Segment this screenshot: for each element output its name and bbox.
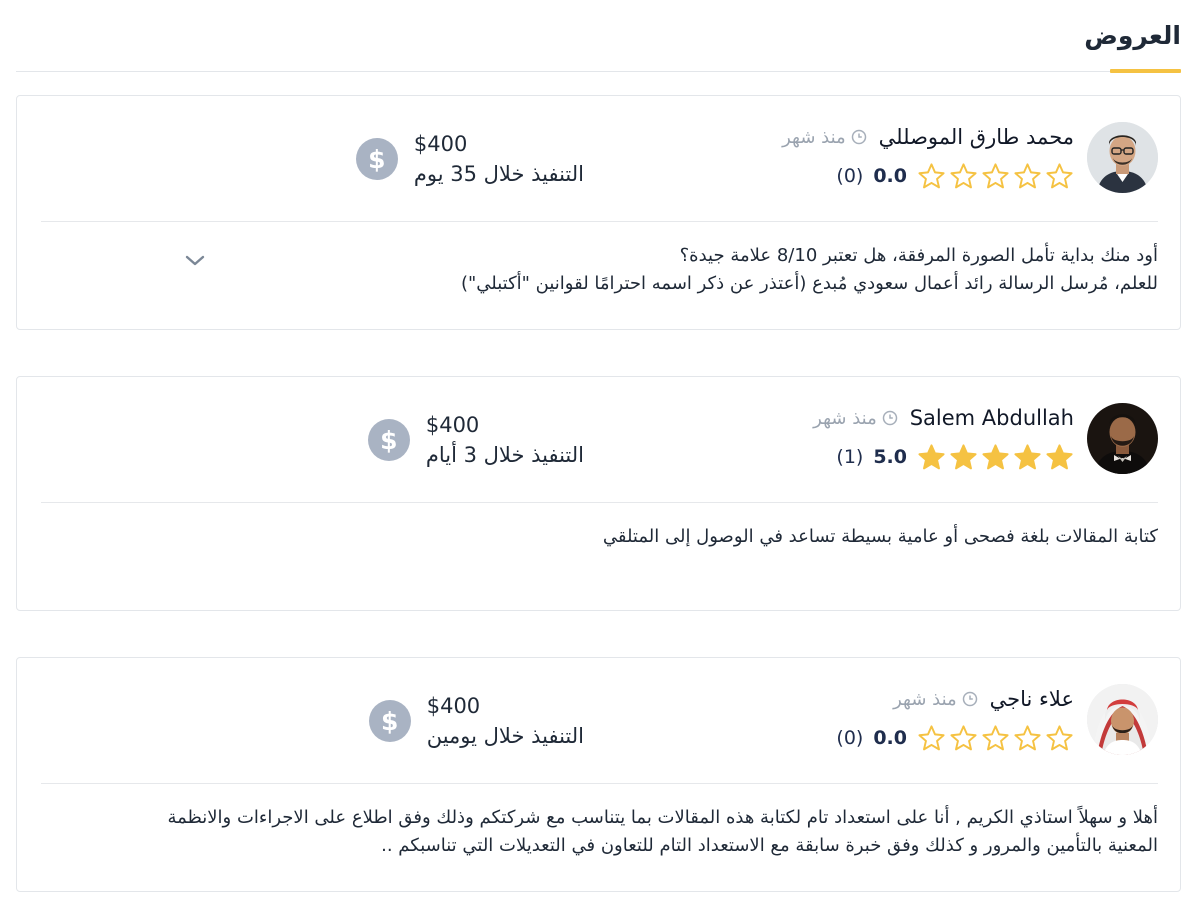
star-icon <box>918 724 945 750</box>
rating-row: 0.0 (0) <box>836 722 1074 754</box>
time-ago: منذ شهر <box>782 127 867 148</box>
clock-icon <box>851 129 866 145</box>
price-block: $400 التنفيذ خلال 35 يوم $ <box>355 124 584 194</box>
divider <box>41 221 1158 222</box>
offer-name-row: علاء ناجي منذ شهر <box>893 684 1074 714</box>
price-amount: $400 <box>413 132 468 156</box>
divider <box>41 783 1158 784</box>
star-icon <box>950 724 977 750</box>
offer-header: محمد طارق الموصللي منذ شهر 0.0 (0) $400 … <box>17 96 1180 222</box>
star-icon <box>982 724 1009 750</box>
star-icon <box>1014 724 1041 750</box>
section-title-underline <box>1110 69 1181 73</box>
expand-button[interactable] <box>182 248 208 274</box>
price-block: $400 التنفيذ خلال 3 أيام $ <box>367 405 584 475</box>
star-icon <box>918 443 945 469</box>
time-ago: منذ شهر <box>813 408 898 429</box>
rating-count: (0) <box>836 165 864 187</box>
delivery-time: التنفيذ خلال يومين <box>426 724 584 748</box>
dollar-icon: $ <box>355 138 398 180</box>
offer-name-row: محمد طارق الموصللي منذ شهر <box>782 122 1074 152</box>
rating-row: 0.0 (0) <box>836 160 1074 192</box>
rating-count: (0) <box>836 727 864 749</box>
price-amount: $400 <box>425 413 480 437</box>
offer-description: أهلا و سهلاً استاذي الكريم , أنا على است… <box>39 804 1158 860</box>
chevron-down-icon <box>185 255 205 266</box>
star-icon <box>918 162 945 188</box>
star-rating <box>917 724 1074 753</box>
star-rating <box>917 443 1074 472</box>
offer-header: Salem Abdullah منذ شهر 5.0 (1) $400 التن… <box>17 377 1180 503</box>
star-icon <box>1014 162 1041 188</box>
rating-value: 0.0 <box>873 727 907 749</box>
offer-card: محمد طارق الموصللي منذ شهر 0.0 (0) $400 … <box>16 95 1181 330</box>
rating-value: 0.0 <box>873 165 907 187</box>
offer-description: كتابة المقالات بلغة فصحى أو عامية بسيطة … <box>39 523 1158 551</box>
star-icon <box>1046 443 1073 469</box>
offer-name-row: Salem Abdullah منذ شهر <box>813 403 1074 433</box>
time-ago: منذ شهر <box>893 689 978 710</box>
delivery-time: التنفيذ خلال 3 أيام <box>425 443 584 467</box>
user-name-link[interactable]: Salem Abdullah <box>910 406 1074 430</box>
clock-icon <box>882 410 897 426</box>
star-icon <box>1046 162 1073 188</box>
description-line: للعلم، مُرسل الرسالة رائد أعمال سعودي مُ… <box>460 273 1158 294</box>
star-icon <box>950 443 977 469</box>
user-name-link[interactable]: علاء ناجي <box>990 687 1074 711</box>
section-title: العروض <box>1084 21 1181 50</box>
clock-icon <box>962 691 977 707</box>
price-block: $400 التنفيذ خلال يومين $ <box>368 686 584 756</box>
star-icon <box>1014 443 1041 469</box>
offer-card: علاء ناجي منذ شهر 0.0 (0) $400 التنفيذ خ… <box>16 657 1181 892</box>
offers-page: العروض محمد طارق الموصللي منذ شهر 0.0 (0… <box>0 0 1200 909</box>
star-icon <box>982 443 1009 469</box>
avatar[interactable] <box>1087 122 1158 193</box>
star-icon <box>1046 724 1073 750</box>
description-line: المعنية بالتأمين والمرور و كذلك وفق خبرة… <box>381 835 1158 856</box>
divider <box>41 502 1158 503</box>
star-icon <box>950 162 977 188</box>
description-line: أهلا و سهلاً استاذي الكريم , أنا على است… <box>167 807 1158 828</box>
offer-header: علاء ناجي منذ شهر 0.0 (0) $400 التنفيذ خ… <box>17 658 1180 784</box>
rating-value: 5.0 <box>873 446 907 468</box>
dollar-icon: $ <box>367 419 410 461</box>
avatar[interactable] <box>1087 684 1158 755</box>
user-name-link[interactable]: محمد طارق الموصللي <box>879 125 1074 149</box>
star-icon <box>982 162 1009 188</box>
time-ago-text: منذ شهر <box>782 126 846 148</box>
offer-card: Salem Abdullah منذ شهر 5.0 (1) $400 التن… <box>16 376 1181 611</box>
delivery-time: التنفيذ خلال 35 يوم <box>413 162 584 186</box>
offers-section-header: العروض <box>16 0 1181 73</box>
rating-row: 5.0 (1) <box>836 441 1074 473</box>
description-line: كتابة المقالات بلغة فصحى أو عامية بسيطة … <box>602 526 1158 547</box>
star-rating <box>917 162 1074 191</box>
time-ago-text: منذ شهر <box>893 688 957 710</box>
avatar[interactable] <box>1087 403 1158 474</box>
price-amount: $400 <box>426 694 481 718</box>
rating-count: (1) <box>836 446 864 468</box>
time-ago-text: منذ شهر <box>813 407 877 429</box>
dollar-icon: $ <box>368 700 411 742</box>
